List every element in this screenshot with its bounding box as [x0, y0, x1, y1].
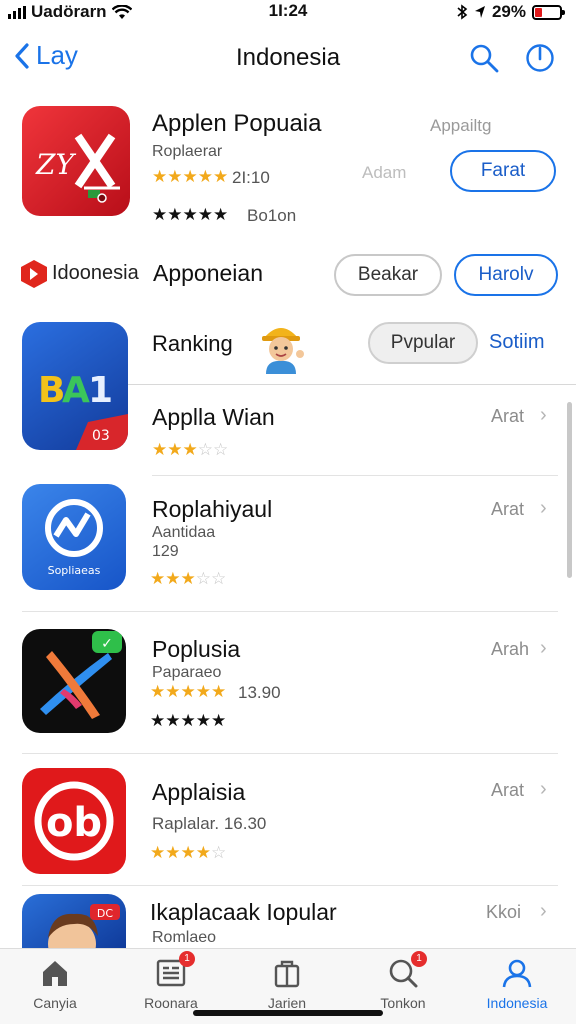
ranking-link[interactable]: Sotiim	[489, 331, 545, 354]
app-name-5: Ikaplacaak Iopular	[150, 899, 337, 925]
row-divider	[22, 885, 558, 886]
app-icon-2[interactable]: Sopliaeas	[22, 484, 126, 590]
profile-icon	[502, 959, 532, 988]
app-action-5[interactable]: Kkoi	[486, 902, 521, 923]
search-icon: 1	[387, 951, 427, 989]
popular-button[interactable]: Pvpular	[368, 322, 478, 364]
app-icon-4[interactable]: ob	[22, 768, 126, 874]
app-rating-3: 13.90	[238, 683, 281, 702]
section-divider	[128, 384, 576, 385]
home-icon	[43, 961, 67, 986]
featured-gray-stars: ★★★★★	[152, 205, 229, 224]
search-badge: 1	[411, 951, 427, 967]
location-icon	[474, 6, 485, 18]
app-action-1[interactable]: Arat	[491, 406, 524, 427]
chevron-right-icon: ›	[540, 637, 547, 659]
chevron-right-icon: ›	[540, 900, 547, 922]
app-sub2-2: 129	[152, 543, 179, 560]
app-icon-1[interactable]: B A 1 03	[22, 322, 128, 450]
app-sub-4: Raplalar. 16.30	[152, 814, 267, 833]
featured-app-developer: Roplaerar	[152, 143, 223, 160]
tab-label-search: Tonkon	[380, 995, 426, 1011]
chevron-right-icon: ›	[540, 497, 547, 519]
app-stars-4: ★★★★☆	[150, 843, 227, 862]
app-name-4: Applaisia	[152, 779, 246, 805]
svg-text:ob: ob	[46, 800, 102, 846]
x-brush-icon: ✓	[40, 631, 122, 719]
app-action-2[interactable]: Arat	[491, 499, 524, 520]
tab-search[interactable]: 1 Tonkon	[348, 951, 458, 1011]
power-icon[interactable]	[524, 42, 556, 74]
app-name-2: Roplahiyaul	[152, 496, 273, 522]
app-stars-2: ★★★☆☆	[150, 569, 227, 588]
featured-faded-mid: Adam	[362, 163, 407, 182]
app-sub-5: Romlaeo	[152, 929, 217, 946]
chevron-right-icon: ›	[540, 778, 547, 800]
app-action-4[interactable]: Arat	[491, 780, 524, 801]
tab-home[interactable]: Canyia	[0, 957, 110, 1011]
featured-app-icon[interactable]: ZY	[22, 106, 130, 216]
brand-logo-icon	[21, 260, 47, 288]
tab-label-bag: Jarien	[267, 995, 307, 1011]
tab-bag[interactable]: Jarien	[232, 957, 342, 1011]
battery-percent: 29%	[491, 2, 526, 21]
bag-icon	[274, 960, 300, 988]
ob-logo-icon: ob	[34, 781, 114, 861]
svg-text:✓: ✓	[101, 636, 113, 652]
app-icon-3[interactable]: ✓	[22, 629, 126, 733]
character-mascot-icon	[262, 328, 304, 374]
row-divider	[22, 611, 558, 612]
app-name-1: Applla Wian	[152, 404, 275, 430]
app-icon-5[interactable]: DC	[22, 894, 126, 950]
tab-news[interactable]: 1 Roonara	[116, 951, 226, 1011]
featured-rating-count: Bo1on	[247, 206, 297, 225]
harolv-button[interactable]: Harolv	[454, 254, 558, 296]
app-icon-2-text: Sopliaeas	[48, 564, 101, 577]
app-icon-5-badge: DC	[97, 907, 113, 920]
app-stars-3: ★★★★★	[150, 682, 227, 701]
row-divider	[22, 753, 558, 754]
battery-fill	[535, 7, 542, 17]
svg-text:A: A	[62, 370, 90, 411]
app-name-3: Poplusia	[152, 636, 241, 662]
avatar-face-icon: DC	[48, 904, 120, 950]
home-indicator[interactable]	[193, 1010, 383, 1016]
chart-circle-icon: Sopliaeas	[45, 499, 103, 577]
featured-rating-stars: ★★★★★	[152, 167, 229, 186]
status-right: 29%	[456, 2, 565, 22]
tab-bar: Canyia 1 Roonara Jarien 1 Tonkon Indones…	[0, 948, 576, 1024]
tab-label-home: Canyia	[33, 995, 77, 1011]
brand-name: Idoonesia	[52, 262, 139, 284]
svg-text:ZY: ZY	[35, 148, 76, 181]
featured-app-name: Applen Popuaia	[152, 110, 322, 137]
ranking-label: Ranking	[152, 331, 233, 356]
tab-label-news: Roonara	[144, 995, 198, 1011]
news-badge: 1	[179, 951, 195, 967]
svg-text:1: 1	[88, 370, 113, 411]
zx-logo-icon: ZY	[35, 133, 120, 203]
chevron-right-icon: ›	[540, 404, 547, 426]
row-divider	[152, 475, 558, 476]
tab-label-profile: Indonesia	[486, 995, 548, 1011]
beakar-button[interactable]: Beakar	[334, 254, 442, 296]
bluetooth-icon	[457, 4, 468, 20]
featured-faded-top: Appailtg	[430, 116, 492, 135]
featured-rating-text: 2I:10	[232, 168, 270, 187]
battery-icon	[532, 4, 565, 20]
get-button[interactable]: Farat	[450, 150, 556, 192]
status-bar: Uadörarn 1I:24 29%	[0, 0, 576, 24]
app-icon-1-badge: 03	[92, 428, 110, 444]
brand-row-title: Apponeian	[153, 260, 263, 286]
app-sub-2: Aantidaa	[152, 524, 216, 541]
app-sub-3: Paparaeo	[152, 664, 222, 681]
nav-bar: Lay Indonesia	[0, 36, 576, 82]
news-icon: 1	[155, 951, 195, 989]
ba-logo-icon: B A 1 03	[38, 370, 128, 450]
app-stars-1: ★★★☆☆	[152, 440, 229, 459]
tab-profile[interactable]: Indonesia	[462, 957, 572, 1011]
scrollbar[interactable]	[567, 402, 572, 578]
search-icon[interactable]	[468, 42, 500, 74]
app-action-3[interactable]: Arah	[491, 639, 529, 660]
app-gray-stars-3: ★★★★★	[150, 711, 227, 730]
